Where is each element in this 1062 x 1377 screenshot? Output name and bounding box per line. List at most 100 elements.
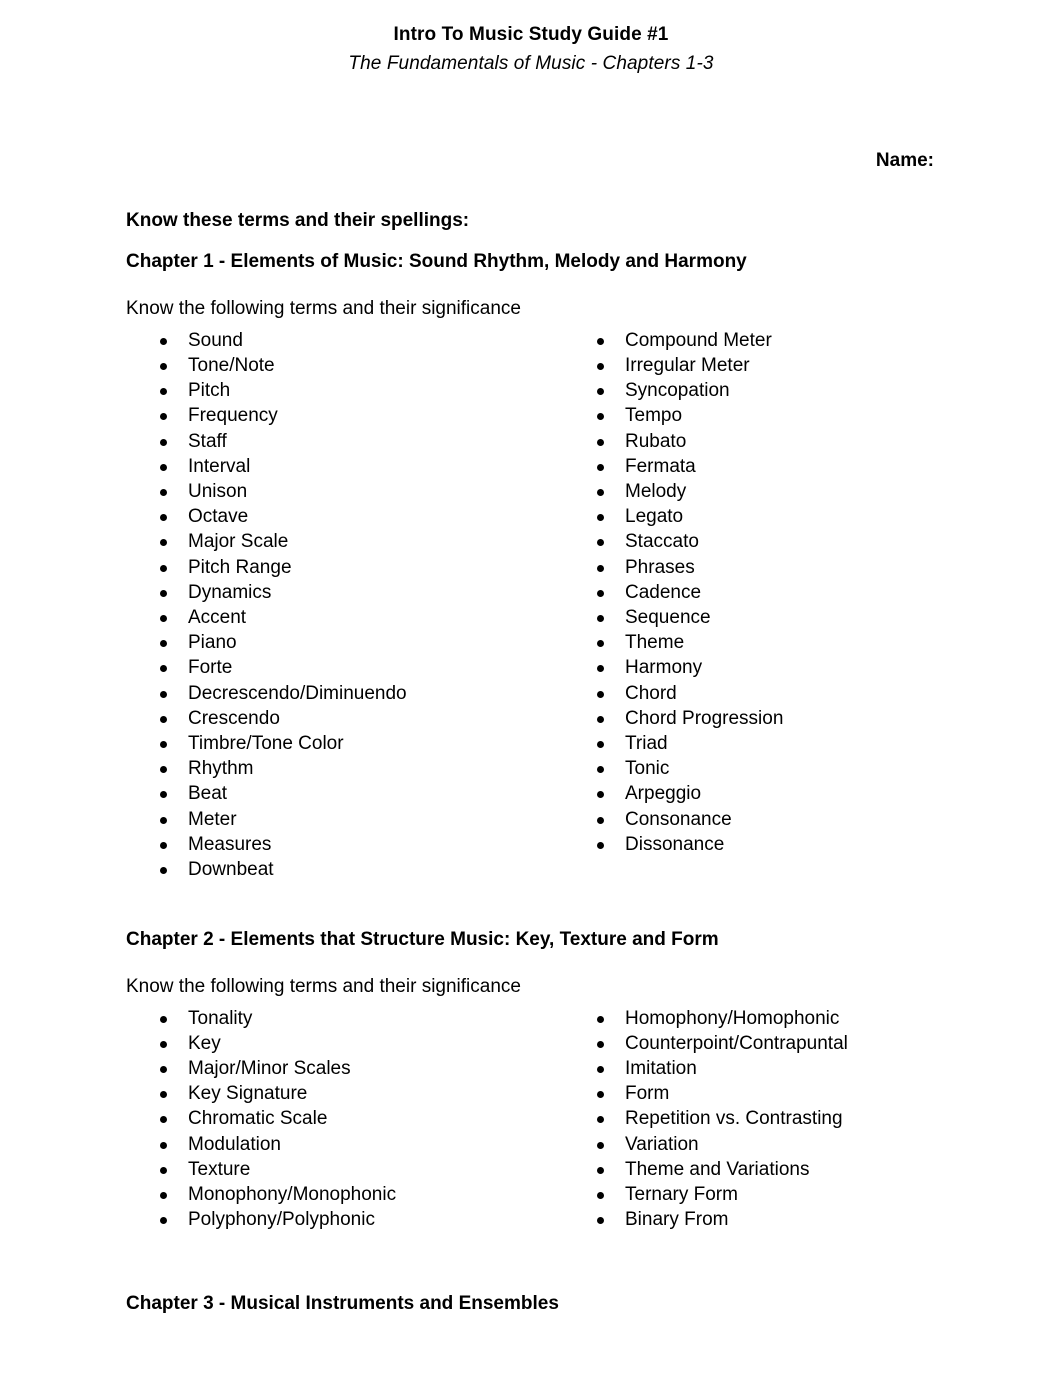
term-list-item: Chromatic Scale [126,1106,563,1131]
term-list-item: Downbeat [126,857,563,882]
bullet-icon [597,529,606,554]
term-label: Unison [188,480,248,502]
term-list-item: Crescendo [126,706,563,731]
bullet-icon [160,555,169,580]
term-list-item: Major Scale [126,529,563,554]
bullet-icon [597,1182,606,1207]
term-label: Staff [188,430,227,452]
chapter-1-term-columns: Sound Tone/Note Pitch Frequency Staff Interva… [126,328,1002,882]
term-label: Dissonance [625,833,725,855]
term-label: Key [188,1032,221,1054]
bullet-icon [597,731,606,756]
term-label: Legato [625,506,684,528]
term-list-item: Piano [126,630,563,655]
term-list-item: Staccato [563,529,1000,554]
spelling-instruction: Know these terms and their spellings: [126,209,470,231]
term-list-item: Measures [126,832,563,857]
term-label: Meter [188,808,237,830]
term-label: Crescendo [188,707,280,729]
term-list-item: Unison [126,479,563,504]
bullet-icon [160,857,169,882]
term-label: Pitch Range [188,556,292,578]
term-list-item: Counterpoint/Contrapuntal [563,1031,1000,1056]
term-label: Imitation [625,1057,697,1079]
term-list-item: Phrases [563,555,1000,580]
term-list-item: Key Signature [126,1081,563,1106]
bullet-icon [160,1031,169,1056]
term-list-item: Syncopation [563,378,1000,403]
bullet-icon [160,529,169,554]
name-field-label: Name: [875,149,934,171]
term-label: Rubato [625,430,687,452]
term-label: Chord [625,682,677,704]
term-label: Texture [188,1158,251,1180]
term-list-item: Homophony/Homophonic [563,1006,1000,1031]
bullet-icon [597,1207,606,1232]
term-label: Dynamics [188,581,272,603]
term-label: Rhythm [188,758,254,780]
bullet-icon [597,1081,606,1106]
term-list-item: Pitch Range [126,555,563,580]
term-label: Variation [625,1133,699,1155]
term-label: Melody [625,480,687,502]
bullet-icon [160,807,169,832]
term-list-item: Staff [126,429,563,454]
chapter-2-left-term-list: Tonality Key Major/Minor Scales Key Signatu… [126,1006,563,1233]
bullet-icon [160,756,169,781]
bullet-icon [597,832,606,857]
bullet-icon [160,1056,169,1081]
term-label: Major Scale [188,531,289,553]
term-list-item: Accent [126,605,563,630]
term-label: Accent [188,606,247,628]
term-label: Polyphony/Polyphonic [188,1209,375,1231]
term-label: Fermata [625,455,696,477]
bullet-icon [597,1157,606,1182]
term-list-item: Theme and Variations [563,1157,1000,1182]
term-label: Ternary Form [625,1183,738,1205]
term-list-item: Chord [563,681,1000,706]
term-label: Counterpoint/Contrapuntal [625,1032,848,1054]
term-label: Pitch [188,380,231,402]
bullet-icon [597,681,606,706]
term-list-item: Modulation [126,1132,563,1157]
bullet-icon [160,655,169,680]
term-list-item: Rubato [563,429,1000,454]
term-list-item: Fermata [563,454,1000,479]
term-list-item: Repetition vs. Contrasting [563,1106,1000,1131]
bullet-icon [160,630,169,655]
term-label: Timbre/Tone Color [188,732,344,754]
bullet-icon [160,681,169,706]
term-list-item: Beat [126,781,563,806]
term-label: Sound [188,329,243,351]
term-list-item: Triad [563,731,1000,756]
term-label: Cadence [625,581,702,603]
term-list-item: Binary From [563,1207,1000,1232]
term-list-item: Theme [563,630,1000,655]
bullet-icon [597,756,606,781]
bullet-icon [597,479,606,504]
term-list-item: Compound Meter [563,328,1000,353]
term-label: Tonic [625,758,670,780]
term-label: Downbeat [188,858,274,880]
chapter-1-left-column: Sound Tone/Note Pitch Frequency Staff Interva… [126,328,563,882]
chapter-1-heading: Chapter 1 - Elements of Music: Sound Rhy… [126,251,747,273]
term-label: Tonality [188,1007,253,1029]
term-label: Homophony/Homophonic [625,1007,840,1029]
term-list-item: Polyphony/Polyphonic [126,1207,563,1232]
term-list-item: Meter [126,807,563,832]
bullet-icon [597,1006,606,1031]
term-label: Binary From [625,1209,729,1231]
bullet-icon [597,807,606,832]
term-label: Theme [625,632,685,654]
term-list-item: Form [563,1081,1000,1106]
bullet-icon [597,1132,606,1157]
term-list-item: Monophony/Monophonic [126,1182,563,1207]
bullet-icon [597,706,606,731]
term-list-item: Decrescendo/Diminuendo [126,681,563,706]
term-list-item: Key [126,1031,563,1056]
bullet-icon [160,1106,169,1131]
bullet-icon [597,580,606,605]
